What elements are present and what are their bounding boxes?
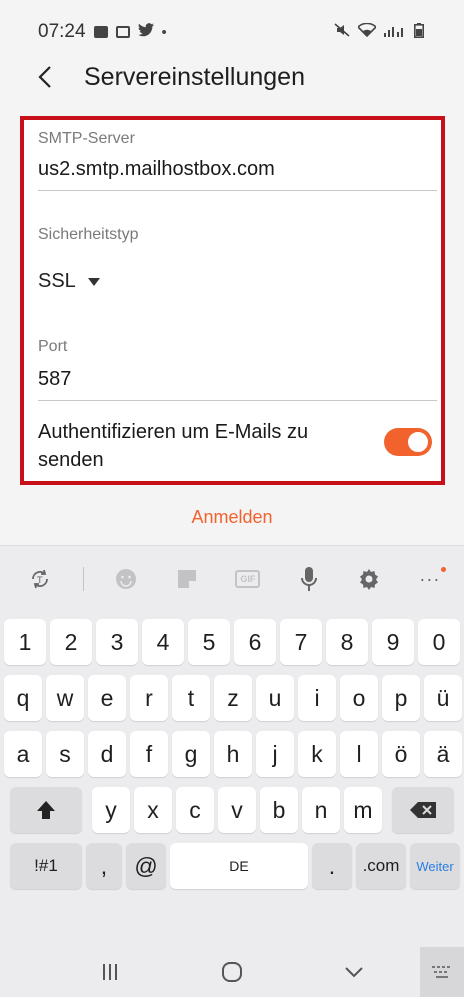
letter-key[interactable]: ü [424,675,462,721]
letter-key[interactable]: s [46,731,84,777]
mute-icon [334,22,350,42]
number-key[interactable]: 7 [280,619,322,665]
microphone-icon[interactable] [291,561,327,597]
signal-icon [384,23,406,41]
letter-key[interactable]: p [382,675,420,721]
letter-key[interactable]: d [88,731,126,777]
period-key[interactable]: . [312,843,352,889]
keyboard-switch-icon[interactable] [420,947,464,997]
battery-icon [414,22,424,42]
number-key[interactable]: 4 [142,619,184,665]
home-icon[interactable] [212,955,252,989]
letter-key[interactable]: i [298,675,336,721]
more-icon[interactable]: ··· [412,561,448,597]
auth-toggle-label: Authentifizieren um E-Mails zu senden [38,421,309,471]
svg-text:T: T [36,576,43,586]
keyboard-row-bottom: !#1 , @ DE . .com Weiter [0,843,464,899]
keyboard-row-3: yxcvbnm [0,787,464,843]
security-type-value: SSL [38,270,76,292]
smtp-server-input[interactable]: us2.smtp.mailhostbox.com [38,158,275,181]
letter-key[interactable]: r [130,675,168,721]
sticker-icon[interactable] [169,561,205,597]
at-key[interactable]: @ [126,843,166,889]
letter-key[interactable]: t [172,675,210,721]
comma-key[interactable]: , [86,843,122,889]
letter-key[interactable]: b [260,787,298,833]
emoji-icon[interactable] [108,561,144,597]
smtp-server-label: SMTP-Server [38,130,135,147]
letter-key[interactable]: ö [382,731,420,777]
letter-key[interactable]: z [214,675,252,721]
translate-icon[interactable]: T [22,561,58,597]
letter-key[interactable]: j [256,731,294,777]
letter-key[interactable]: f [130,731,168,777]
number-key[interactable]: 3 [96,619,138,665]
symbols-key[interactable]: !#1 [10,843,82,889]
back-arrow-icon[interactable] [34,66,56,88]
status-left: 07:24 • [38,21,167,43]
port-label: Port [38,338,68,355]
calendar-icon [115,26,130,38]
status-time: 07:24 [38,21,86,42]
number-key[interactable]: 1 [4,619,46,665]
next-key[interactable]: Weiter [410,843,460,889]
security-type-dropdown[interactable]: SSL [38,270,100,293]
letter-key[interactable]: x [134,787,172,833]
keyboard-row-numbers: 1234567890 [0,619,464,675]
letter-key[interactable]: y [92,787,130,833]
shift-key[interactable] [10,787,82,833]
letter-key[interactable]: a [4,731,42,777]
letter-key[interactable]: l [340,731,378,777]
divider [38,400,437,401]
letter-key[interactable]: v [218,787,256,833]
gear-icon[interactable] [351,561,387,597]
space-key[interactable]: DE [170,843,308,889]
app-header: Servereinstellungen [0,46,464,108]
letter-key[interactable]: g [172,731,210,777]
status-right [334,22,424,42]
number-key[interactable]: 2 [50,619,92,665]
page-title: Servereinstellungen [84,62,305,91]
letter-key[interactable]: k [298,731,336,777]
keyboard-toolbar: T GIF ··· [0,546,464,612]
letter-key[interactable]: ä [424,731,462,777]
port-input[interactable]: 587 [38,368,71,391]
letter-key[interactable]: m [344,787,382,833]
security-type-label: Sicherheitstyp [38,226,139,243]
number-key[interactable]: 8 [326,619,368,665]
keyboard-row-1: qwertzuiopü [0,675,464,731]
keyboard-row-2: asdfghjklöä [0,731,464,787]
letter-key[interactable]: q [4,675,42,721]
letter-key[interactable]: e [88,675,126,721]
recent-apps-icon[interactable] [90,955,130,989]
notification-dot-icon: • [161,23,167,41]
letter-key[interactable]: c [176,787,214,833]
dropdown-arrow-icon [87,277,100,286]
dotcom-key[interactable]: .com [356,843,406,889]
auth-toggle-switch[interactable] [384,428,432,456]
letter-key[interactable]: h [214,731,252,777]
gallery-icon [93,26,108,38]
twitter-icon [137,23,154,41]
hide-keyboard-icon[interactable] [334,955,374,989]
toggle-knob [406,430,430,454]
number-key[interactable]: 9 [372,619,414,665]
navigation-bar [0,947,464,997]
divider [38,190,437,191]
letter-key[interactable]: w [46,675,84,721]
number-key[interactable]: 5 [188,619,230,665]
backspace-key[interactable] [392,787,454,833]
letter-key[interactable]: n [302,787,340,833]
server-settings-panel: SMTP-Server us2.smtp.mailhostbox.com Sic… [20,116,445,485]
letter-key[interactable]: u [256,675,294,721]
letter-key[interactable]: o [340,675,378,721]
number-key[interactable]: 0 [418,619,460,665]
gif-icon[interactable]: GIF [230,561,266,597]
wifi-icon [356,22,378,41]
number-key[interactable]: 6 [234,619,276,665]
toolbar-separator [82,567,84,591]
keyboard: T GIF ··· 1234567890 qwertzuiopü asdfghj… [0,545,464,947]
sign-in-button[interactable]: Anmelden [0,496,464,538]
